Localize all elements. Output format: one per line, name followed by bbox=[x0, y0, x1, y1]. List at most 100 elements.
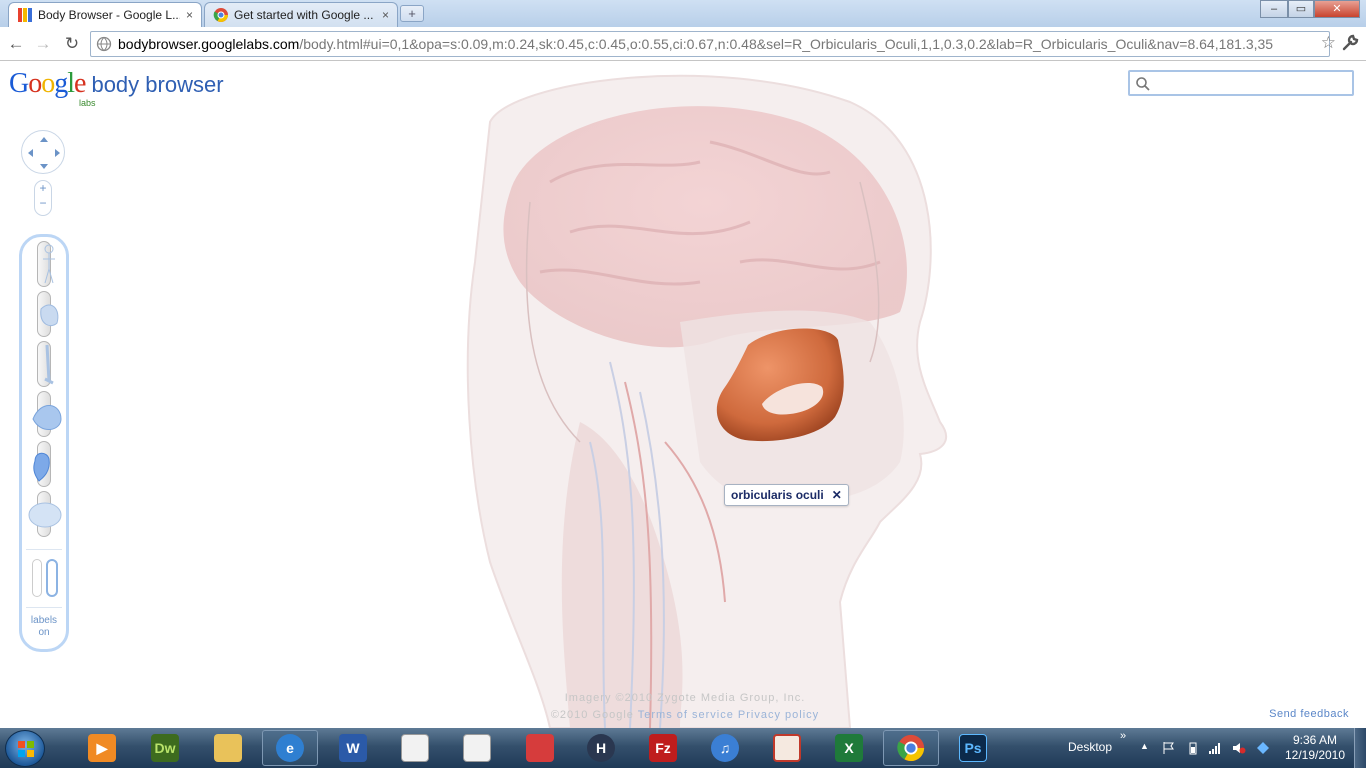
zoom-control[interactable]: + − bbox=[34, 180, 52, 216]
document-icon bbox=[463, 734, 491, 762]
h-app-icon: H bbox=[587, 734, 615, 762]
tab-title: Body Browser - Google L... bbox=[38, 8, 180, 22]
layers-panel: labels on bbox=[19, 234, 69, 652]
h-app-taskbar-button[interactable]: H bbox=[573, 730, 629, 766]
search-input[interactable] bbox=[1154, 74, 1350, 92]
document-a-taskbar-button[interactable] bbox=[387, 730, 443, 766]
system-tray-app-icon[interactable] bbox=[1256, 741, 1270, 755]
word-icon: W bbox=[339, 734, 367, 762]
forward-button[interactable]: → bbox=[32, 33, 54, 55]
reload-button[interactable]: ↻ bbox=[61, 33, 83, 55]
windows-logo-icon bbox=[18, 741, 34, 757]
body-browser-page: Google labs body browser + − labels on o… bbox=[0, 62, 1366, 728]
minimize-button[interactable]: – bbox=[1260, 0, 1288, 18]
tab-strip: Body Browser - Google L... × Get started… bbox=[0, 0, 1366, 27]
filezilla-taskbar-button[interactable]: Fz bbox=[635, 730, 691, 766]
google-body-browser-logo[interactable]: Google labs body browser bbox=[9, 68, 224, 108]
show-desktop-button[interactable] bbox=[1354, 728, 1366, 768]
product-name: body browser bbox=[91, 72, 224, 97]
wrench-menu-icon[interactable] bbox=[1340, 33, 1360, 53]
excel-icon: X bbox=[835, 734, 863, 762]
send-feedback-link[interactable]: Send feedback bbox=[1269, 708, 1349, 720]
package-taskbar-button[interactable] bbox=[512, 730, 568, 766]
labs-tag: labs bbox=[79, 98, 96, 108]
zoom-out-button[interactable]: − bbox=[35, 196, 51, 211]
privacy-link[interactable]: Privacy policy bbox=[738, 709, 819, 721]
image-viewer-taskbar-button[interactable] bbox=[759, 730, 815, 766]
start-button[interactable] bbox=[5, 730, 45, 767]
page-info-icon bbox=[96, 36, 112, 52]
url-path: /body.html#ui=0,1&opa=s:0.09,m:0.24,sk:0… bbox=[299, 36, 1274, 52]
copyright-text: ©2010 Google bbox=[550, 709, 634, 721]
folder-icon bbox=[214, 734, 242, 762]
document-b-taskbar-button[interactable] bbox=[449, 730, 505, 766]
close-window-button[interactable]: ✕ bbox=[1314, 0, 1360, 18]
new-tab-button[interactable]: + bbox=[400, 5, 424, 22]
pan-arrows-icon bbox=[28, 137, 60, 169]
media-player-icon: ▶ bbox=[88, 734, 116, 762]
word-taskbar-button[interactable]: W bbox=[325, 730, 381, 766]
terms-link[interactable]: Terms of service bbox=[638, 709, 734, 721]
labels-slider-on[interactable] bbox=[46, 559, 58, 597]
brain-icon bbox=[28, 502, 62, 528]
labels-toggle[interactable]: labels on bbox=[22, 615, 66, 639]
tab-close-icon[interactable]: × bbox=[382, 8, 389, 22]
desktop-chevron-icon[interactable]: » bbox=[1120, 730, 1126, 742]
organ-icon bbox=[32, 405, 62, 430]
chrome-icon bbox=[897, 734, 925, 762]
back-button[interactable]: ← bbox=[5, 33, 27, 55]
media-player-taskbar-button[interactable]: ▶ bbox=[74, 730, 130, 766]
photoshop-taskbar-button[interactable]: Ps bbox=[945, 730, 1001, 766]
pan-control[interactable] bbox=[21, 130, 65, 174]
internet-explorer-icon: e bbox=[276, 734, 304, 762]
labels-toggle-line1: labels bbox=[30, 615, 58, 626]
maximize-button[interactable]: ▭ bbox=[1288, 0, 1314, 18]
bookmark-star-icon[interactable]: ☆ bbox=[1321, 33, 1336, 53]
clock-time: 9:36 AM bbox=[1292, 733, 1338, 747]
tab-title: Get started with Google ... bbox=[234, 8, 374, 22]
document-icon bbox=[401, 734, 429, 762]
chrome-taskbar-button[interactable] bbox=[883, 730, 939, 766]
action-center-flag-icon[interactable] bbox=[1162, 741, 1176, 755]
volume-muted-icon[interactable] bbox=[1232, 741, 1246, 755]
dreamweaver-taskbar-button[interactable]: Dw bbox=[137, 730, 193, 766]
url-host: bodybrowser.googlelabs.com bbox=[118, 36, 300, 52]
tab-get-started[interactable]: Get started with Google ... × bbox=[204, 2, 398, 27]
windows-taskbar: ▶ Dw e W H Fz ♫ X Ps Desktop » ▲ 9:36 AM… bbox=[0, 728, 1366, 768]
address-bar[interactable]: bodybrowser.googlelabs.com/body.html#ui=… bbox=[90, 31, 1330, 57]
close-label-icon[interactable]: ✕ bbox=[832, 488, 842, 502]
itunes-icon: ♫ bbox=[711, 734, 739, 762]
desktop-toolbar[interactable]: Desktop bbox=[1068, 740, 1112, 754]
anatomy-3d-viewer[interactable] bbox=[380, 62, 1000, 728]
organs-layer-slider[interactable] bbox=[27, 389, 63, 439]
explorer-taskbar-button[interactable] bbox=[200, 730, 256, 766]
tab-body-browser[interactable]: Body Browser - Google L... × bbox=[8, 2, 202, 27]
structure-label[interactable]: orbicularis oculi ✕ bbox=[724, 484, 849, 506]
system-clock[interactable]: 9:36 AM 12/19/2010 bbox=[1282, 733, 1348, 763]
tab-close-icon[interactable]: × bbox=[186, 8, 193, 22]
bone-icon bbox=[44, 344, 54, 385]
itunes-taskbar-button[interactable]: ♫ bbox=[697, 730, 753, 766]
filezilla-icon: Fz bbox=[649, 734, 677, 762]
show-hidden-icons-icon[interactable]: ▲ bbox=[1140, 741, 1149, 751]
google-wordmark: Google bbox=[9, 68, 86, 99]
body-browser-favicon-icon bbox=[18, 8, 32, 22]
labels-toggle-line2: on bbox=[38, 627, 50, 638]
structure-label-text: orbicularis oculi bbox=[731, 488, 824, 502]
clock-date: 12/19/2010 bbox=[1284, 748, 1346, 762]
battery-icon[interactable] bbox=[1186, 741, 1200, 755]
search-box[interactable] bbox=[1128, 70, 1354, 96]
heart-icon bbox=[33, 452, 50, 482]
excel-taskbar-button[interactable]: X bbox=[821, 730, 877, 766]
labels-slider-off[interactable] bbox=[32, 559, 42, 597]
circulatory-layer-slider[interactable] bbox=[27, 439, 63, 489]
skeleton-layer-slider[interactable] bbox=[27, 339, 63, 389]
attribution: Imagery ©2010 Zygote Media Group, Inc. ©… bbox=[540, 690, 830, 724]
network-signal-icon[interactable] bbox=[1208, 741, 1222, 755]
skin-layer-slider[interactable] bbox=[27, 239, 63, 289]
zoom-in-button[interactable]: + bbox=[35, 181, 51, 196]
muscle-layer-slider[interactable] bbox=[27, 289, 63, 339]
package-icon bbox=[526, 734, 554, 762]
internet-explorer-taskbar-button[interactable]: e bbox=[262, 730, 318, 766]
nervous-layer-slider[interactable] bbox=[27, 489, 63, 539]
